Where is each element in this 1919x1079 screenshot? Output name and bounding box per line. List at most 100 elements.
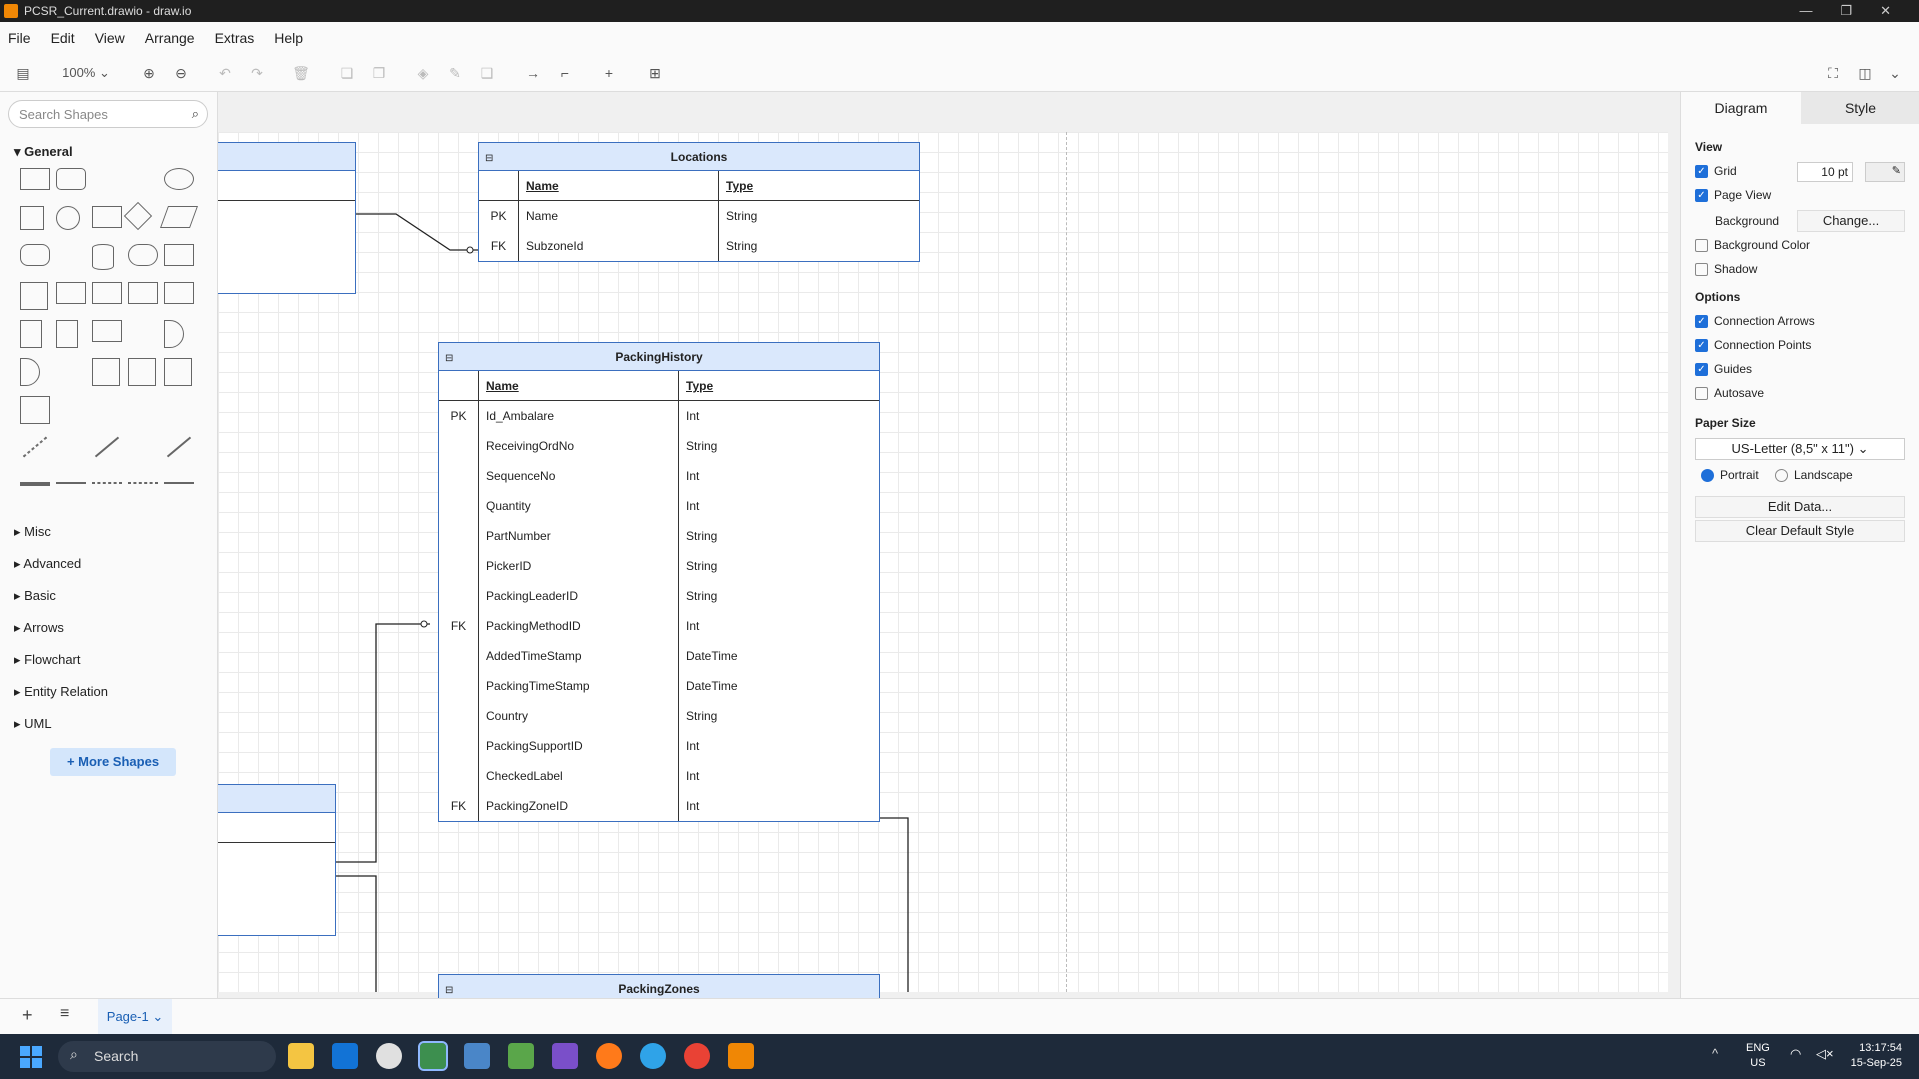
or-shape[interactable]	[164, 320, 184, 348]
menu-arrange[interactable]: Arrange	[145, 30, 195, 46]
zoom-out-icon[interactable]: ⊖	[172, 64, 190, 82]
table-row[interactable]: PackingLeaderID String	[439, 581, 879, 611]
process-shape[interactable]	[92, 206, 122, 228]
firefox-icon[interactable]	[596, 1043, 622, 1069]
undo-icon[interactable]: ↶	[216, 64, 234, 82]
insert-icon[interactable]: +	[600, 64, 618, 82]
table-row[interactable]: CheckedLabel Int	[439, 761, 879, 791]
delay-shape[interactable]	[20, 358, 40, 386]
panel-toggle-icon[interactable]: ◫	[1856, 64, 1874, 82]
add-page-icon[interactable]: +	[22, 1005, 33, 1026]
line-shape[interactable]	[94, 436, 120, 458]
circle-shape[interactable]	[56, 206, 80, 230]
connection-points-checkbox[interactable]: ✓ Connection Points	[1695, 338, 1811, 352]
section-basic[interactable]: ▸ Basic	[14, 588, 56, 604]
wifi-icon[interactable]: ◠	[1790, 1046, 1801, 1062]
collapse-icon[interactable]: ⌄	[1886, 64, 1904, 82]
landscape-radio[interactable]: Landscape	[1775, 468, 1853, 482]
step-shape[interactable]	[92, 282, 122, 304]
delete-icon[interactable]: 🗑	[292, 64, 310, 82]
table-icon[interactable]: ⊞	[646, 64, 664, 82]
link-connector-shape[interactable]	[164, 482, 194, 484]
connector-shape[interactable]	[56, 482, 86, 484]
tab-style[interactable]: Style	[1801, 92, 1919, 124]
table-row[interactable]: SequenceNo Int	[439, 461, 879, 491]
hexagon-shape[interactable]	[20, 244, 50, 266]
drawio-app-icon[interactable]	[728, 1043, 754, 1069]
table-row[interactable]: FK PackingZoneID Int	[439, 791, 879, 821]
clear-default-style-button[interactable]: Clear Default Style	[1695, 520, 1905, 542]
background-color-checkbox[interactable]: Background Color	[1695, 238, 1810, 252]
thick-line-shape[interactable]	[20, 482, 50, 486]
dashed-connector-shape[interactable]	[92, 482, 122, 484]
clock[interactable]: 13:17:54 15-Sep-25	[1840, 1041, 1902, 1071]
menu-view[interactable]: View	[95, 30, 125, 46]
table-row[interactable]: FK PackingMethodID Int	[439, 611, 879, 641]
to-back-icon[interactable]: ❐	[370, 64, 388, 82]
section-flowchart[interactable]: ▸ Flowchart	[14, 652, 81, 668]
square2-shape[interactable]	[92, 358, 120, 386]
table-row[interactable]: PK Id_Ambalare Int	[439, 401, 879, 431]
section-arrows[interactable]: ▸ Arrows	[14, 620, 64, 636]
search-icon[interactable]: ⌕	[192, 106, 199, 122]
callout-shape[interactable]	[92, 320, 122, 342]
cube-shape[interactable]	[56, 282, 86, 304]
diamond-shape[interactable]	[123, 201, 153, 231]
waypoints-icon[interactable]: ⌐	[556, 64, 574, 82]
autosave-checkbox[interactable]: Autosave	[1695, 386, 1764, 400]
section-advanced[interactable]: ▸ Advanced	[14, 556, 81, 572]
ellipse-shape[interactable]	[164, 168, 194, 190]
parallelogram-shape[interactable]	[159, 206, 199, 228]
packingzones-table[interactable]: ⊟ PackingZones	[438, 974, 880, 998]
table-row[interactable]: Country String	[439, 701, 879, 731]
photos-icon[interactable]	[464, 1043, 490, 1069]
language-indicator[interactable]: ENG US	[1746, 1041, 1770, 1071]
table-row[interactable]: PK Name String	[479, 201, 919, 231]
menu-file[interactable]: File	[8, 30, 31, 46]
dashed-line-shape[interactable]	[22, 436, 48, 458]
table-row[interactable]: PartNumber String	[439, 521, 879, 551]
taskbar-search-box[interactable]: ⌕ Search	[58, 1041, 276, 1072]
line-color-icon[interactable]: ✎	[446, 64, 464, 82]
arrow-line-shape[interactable]	[166, 436, 192, 458]
chrome-icon[interactable]	[684, 1043, 710, 1069]
windows-start-icon[interactable]	[20, 1046, 42, 1068]
edge-icon[interactable]	[640, 1043, 666, 1069]
connection-arrows-checkbox[interactable]: ✓ Connection Arrows	[1695, 314, 1815, 328]
packinghistory-table[interactable]: ⊟ PackingHistory Name Type PK Id_Ambalare In…	[438, 342, 880, 822]
file-explorer-icon[interactable]	[288, 1043, 314, 1069]
zoom-in-icon[interactable]: ⊕	[140, 64, 158, 82]
section-entity-relation[interactable]: ▸ Entity Relation	[14, 684, 108, 700]
note-shape[interactable]	[20, 320, 42, 348]
more-shapes-button[interactable]: + More Shapes	[50, 748, 176, 776]
close-icon[interactable]: ✕	[1880, 3, 1891, 19]
table-row[interactable]: FK SubzoneId String	[479, 231, 919, 261]
fullscreen-icon[interactable]: ⛶	[1824, 64, 1842, 82]
collapse-icon[interactable]: ⊟	[445, 345, 453, 373]
menu-edit[interactable]: Edit	[51, 30, 75, 46]
minimize-icon[interactable]: —	[1799, 3, 1812, 19]
menu-help[interactable]: Help	[274, 30, 303, 46]
square-shape[interactable]	[20, 206, 44, 230]
locations-table[interactable]: ⊟ Locations Name Type PK Name String FK Subzo…	[478, 142, 920, 262]
card-shape[interactable]	[56, 320, 78, 348]
fill-color-icon[interactable]: ◈	[414, 64, 432, 82]
internal-storage-shape[interactable]	[20, 282, 48, 310]
collapse-icon[interactable]: ⊟	[485, 145, 493, 173]
guides-checkbox[interactable]: ✓ Guides	[1695, 362, 1752, 376]
diagram-canvas[interactable]: ⊟ Locations Name Type PK Name String FK Subzo…	[218, 92, 1680, 998]
general-section-header[interactable]: ▾ General	[14, 144, 73, 160]
connection-icon[interactable]: →	[524, 64, 542, 82]
drawio-task-icon[interactable]	[418, 1041, 448, 1071]
collapse-icon[interactable]: ⊟	[445, 977, 453, 998]
cloud-shape[interactable]	[128, 244, 158, 266]
partial-rect-shape[interactable]	[164, 358, 192, 386]
tape-shape[interactable]	[164, 282, 194, 304]
search-shapes-input[interactable]: Search Shapes ⌕	[8, 100, 208, 128]
table-row[interactable]: Quantity Int	[439, 491, 879, 521]
change-background-button[interactable]: Change...	[1797, 210, 1905, 232]
table-row[interactable]: PackingSupportID Int	[439, 731, 879, 761]
redo-icon[interactable]: ↷	[248, 64, 266, 82]
paper-size-select[interactable]: US-Letter (8,5" x 11") ⌄	[1695, 438, 1905, 460]
diagram-page[interactable]: ⊟ Locations Name Type PK Name String FK Subzo…	[218, 132, 1668, 998]
